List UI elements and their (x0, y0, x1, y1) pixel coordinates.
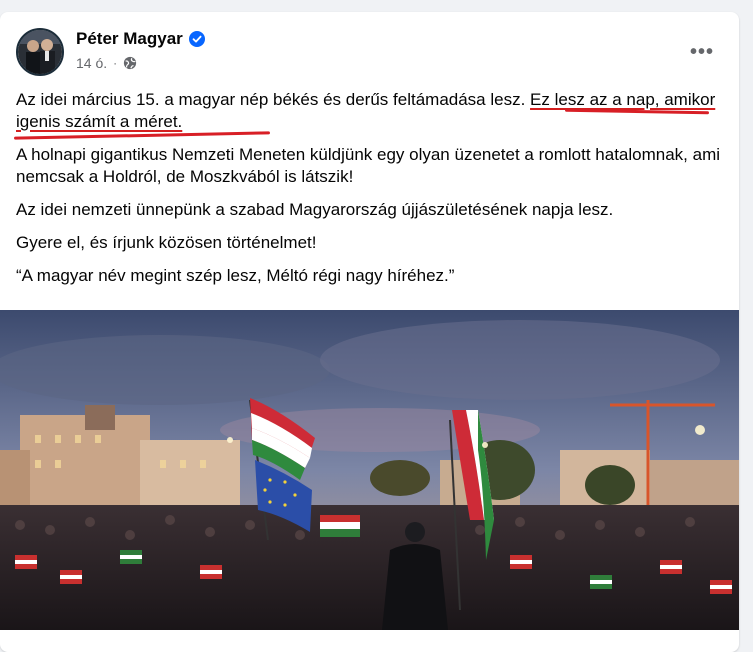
post-photo[interactable] (0, 310, 739, 630)
post-paragraph-4: Gyere el, és írjunk közösen történelmet! (16, 233, 317, 252)
post-paragraph-5: “A magyar név megint szép lesz, Méltó ré… (16, 266, 455, 285)
post-paragraph-2: A holnapi gigantikus Nemzeti Meneten kül… (16, 145, 721, 186)
more-options-button[interactable]: ••• (684, 34, 720, 70)
globe-icon[interactable] (123, 56, 137, 70)
more-horizontal-icon: ••• (689, 40, 714, 63)
author-avatar[interactable] (16, 28, 64, 76)
meta-separator: · (113, 56, 118, 70)
post-text: Az idei március 15. a magyar nép békés é… (16, 89, 726, 298)
post-paragraph-3: Az idei nemzeti ünnepünk a szabad Magyar… (16, 200, 614, 219)
post-header: Péter Magyar 14 ó. · ••• (16, 28, 716, 76)
post-timestamp[interactable]: 14 ó. (76, 55, 107, 71)
paragraph-1-plain: Az idei március 15. a magyar nép békés é… (16, 90, 531, 109)
post-card: Péter Magyar 14 ó. · ••• Az idei március… (0, 12, 739, 652)
verified-badge-icon (188, 31, 205, 47)
author-name[interactable]: Péter Magyar (76, 29, 183, 49)
